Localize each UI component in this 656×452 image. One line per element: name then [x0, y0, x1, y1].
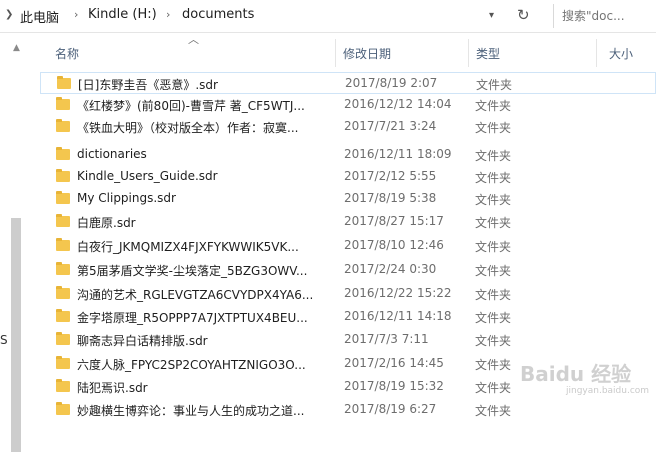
folder-icon: [56, 97, 70, 110]
file-date: 2016/12/12 14:04: [344, 97, 452, 111]
folder-icon: [56, 262, 70, 275]
address-bar[interactable]: ❯ 此电脑 › Kindle (H:) › documents ▾ ↻: [0, 0, 656, 33]
file-name: 聊斋志异白话精排版.sdr: [77, 334, 208, 348]
sort-ascending-icon: ︿: [188, 33, 199, 46]
file-type: 文件夹: [475, 193, 512, 207]
file-date: 2017/7/21 3:24: [344, 119, 437, 133]
folder-icon: [56, 402, 70, 415]
chevron-down-icon[interactable]: ▾: [489, 10, 494, 21]
file-name: 《红楼梦》(前80回)-曹雪芹 著_CF5WTJ...: [77, 99, 305, 113]
file-row[interactable]: 白夜行_JKMQMIZX4FJXFYKWWIK5VK... 2017/8/10 …: [40, 235, 656, 257]
file-name: [日]东野圭吾《恶意》.sdr: [78, 78, 218, 92]
file-type: 文件夹: [476, 78, 513, 92]
file-type: 文件夹: [475, 311, 512, 325]
file-name: 白夜行_JKMQMIZX4FJXFYKWWIK5VK...: [77, 240, 299, 254]
file-row[interactable]: [日]东野圭吾《恶意》.sdr 2017/8/19 2:07 文件夹: [40, 72, 656, 94]
file-date: 2017/8/19 2:07: [345, 76, 438, 90]
search-box[interactable]: [553, 4, 656, 28]
file-type: 文件夹: [475, 121, 512, 135]
file-name: 陆犯焉识.sdr: [77, 381, 148, 395]
scroll-up-icon[interactable]: ▲: [13, 43, 20, 53]
file-type: 文件夹: [475, 404, 512, 418]
file-row[interactable]: 聊斋志异白话精排版.sdr 2017/7/3 7:11 文件夹: [40, 329, 656, 351]
file-name: 沟通的艺术_RGLEVGTZA6CVYDPX4YA6...: [77, 288, 314, 302]
file-type: 文件夹: [475, 149, 512, 163]
file-date: 2017/8/27 15:17: [344, 214, 444, 228]
watermark-url: jingyan.baidu.com: [566, 386, 650, 396]
breadcrumb-documents[interactable]: documents: [182, 7, 254, 22]
folder-icon: [56, 147, 70, 160]
file-row[interactable]: 妙趣横生博弈论：事业与人生的成功之道... 2017/8/19 6:27 文件夹: [40, 399, 656, 421]
file-date: 2017/8/19 5:38: [344, 191, 437, 205]
folder-icon: [56, 332, 70, 345]
refresh-icon[interactable]: ↻: [517, 6, 530, 24]
column-date[interactable]: 修改日期: [343, 45, 391, 62]
breadcrumb-this-pc[interactable]: 此电脑: [20, 7, 59, 26]
column-name[interactable]: 名称: [55, 45, 79, 62]
folder-icon: [56, 191, 70, 204]
file-type: 文件夹: [475, 264, 512, 278]
nav-scrollbar-thumb[interactable]: [11, 218, 21, 452]
folder-icon: [56, 169, 70, 182]
file-date: 2017/2/16 14:45: [344, 356, 444, 370]
file-name: 《铁血大明》（校对版全本）作者：寂寞...: [77, 121, 299, 135]
column-header: ︿ 名称 修改日期 类型 大小: [40, 33, 656, 69]
file-date: 2016/12/22 15:22: [344, 286, 452, 300]
file-row[interactable]: 《红楼梦》(前80回)-曹雪芹 著_CF5WTJ... 2016/12/12 1…: [40, 94, 656, 116]
folder-icon: [56, 286, 70, 299]
file-name: 白鹿原.sdr: [77, 216, 136, 230]
folder-icon: [56, 356, 70, 369]
chevron-right-icon[interactable]: ❯: [5, 9, 13, 20]
search-input[interactable]: [562, 7, 654, 25]
watermark-logo: Baidu 经验: [520, 362, 632, 386]
file-name: Kindle_Users_Guide.sdr: [77, 169, 218, 183]
file-type: 文件夹: [475, 358, 512, 372]
file-row[interactable]: 第5届茅盾文学奖-尘埃落定_5BZG3OWV... 2017/2/24 0:30…: [40, 259, 656, 281]
column-divider[interactable]: [596, 39, 597, 67]
file-date: 2017/2/24 0:30: [344, 262, 437, 276]
folder-icon: [56, 379, 70, 392]
column-divider[interactable]: [468, 39, 469, 67]
file-date: 2016/12/11 14:18: [344, 309, 452, 323]
file-date: 2017/8/19 15:32: [344, 379, 444, 393]
folder-icon: [57, 76, 71, 89]
file-name: dictionaries: [77, 147, 147, 161]
file-row[interactable]: 白鹿原.sdr 2017/8/27 15:17 文件夹: [40, 211, 656, 233]
navigation-pane: ▲ S: [0, 33, 40, 452]
file-name: 第5届茅盾文学奖-尘埃落定_5BZG3OWV...: [77, 264, 308, 278]
column-size[interactable]: 大小: [609, 45, 633, 62]
file-row[interactable]: dictionaries 2016/12/11 18:09 文件夹: [40, 144, 656, 166]
file-date: 2016/12/11 18:09: [344, 147, 452, 161]
file-date: 2017/8/10 12:46: [344, 238, 444, 252]
folder-icon: [56, 119, 70, 132]
file-date: 2017/8/19 6:27: [344, 402, 437, 416]
file-type: 文件夹: [475, 288, 512, 302]
file-type: 文件夹: [475, 381, 512, 395]
file-row[interactable]: 《铁血大明》（校对版全本）作者：寂寞... 2017/7/21 3:24 文件夹: [40, 116, 656, 138]
file-type: 文件夹: [475, 99, 512, 113]
file-row[interactable]: 沟通的艺术_RGLEVGTZA6CVYDPX4YA6... 2016/12/22…: [40, 283, 656, 305]
file-name: My Clippings.sdr: [77, 191, 176, 205]
folder-icon: [56, 238, 70, 251]
column-divider[interactable]: [335, 39, 336, 67]
file-type: 文件夹: [475, 216, 512, 230]
nav-item-label[interactable]: S: [0, 333, 8, 347]
file-name: 妙趣横生博弈论：事业与人生的成功之道...: [77, 404, 305, 418]
file-row[interactable]: My Clippings.sdr 2017/8/19 5:38 文件夹: [40, 188, 656, 210]
folder-icon: [56, 214, 70, 227]
file-name: 金字塔原理_R5OPPP7A7JXTPTUX4BEU...: [77, 311, 308, 325]
file-row[interactable]: 金字塔原理_R5OPPP7A7JXTPTUX4BEU... 2016/12/11…: [40, 306, 656, 328]
breadcrumb-kindle[interactable]: Kindle (H:): [88, 7, 157, 22]
folder-icon: [56, 309, 70, 322]
file-type: 文件夹: [475, 171, 512, 185]
file-name: 六度人脉_FPYC2SP2COYAHTZNIGO3O...: [77, 358, 306, 372]
file-date: 2017/2/12 5:55: [344, 169, 437, 183]
file-type: 文件夹: [475, 240, 512, 254]
breadcrumb-separator[interactable]: ›: [166, 8, 170, 21]
breadcrumb-separator[interactable]: ›: [74, 8, 78, 21]
column-type[interactable]: 类型: [476, 45, 500, 62]
file-row[interactable]: Kindle_Users_Guide.sdr 2017/2/12 5:55 文件…: [40, 166, 656, 188]
file-type: 文件夹: [475, 334, 512, 348]
file-date: 2017/7/3 7:11: [344, 332, 429, 346]
